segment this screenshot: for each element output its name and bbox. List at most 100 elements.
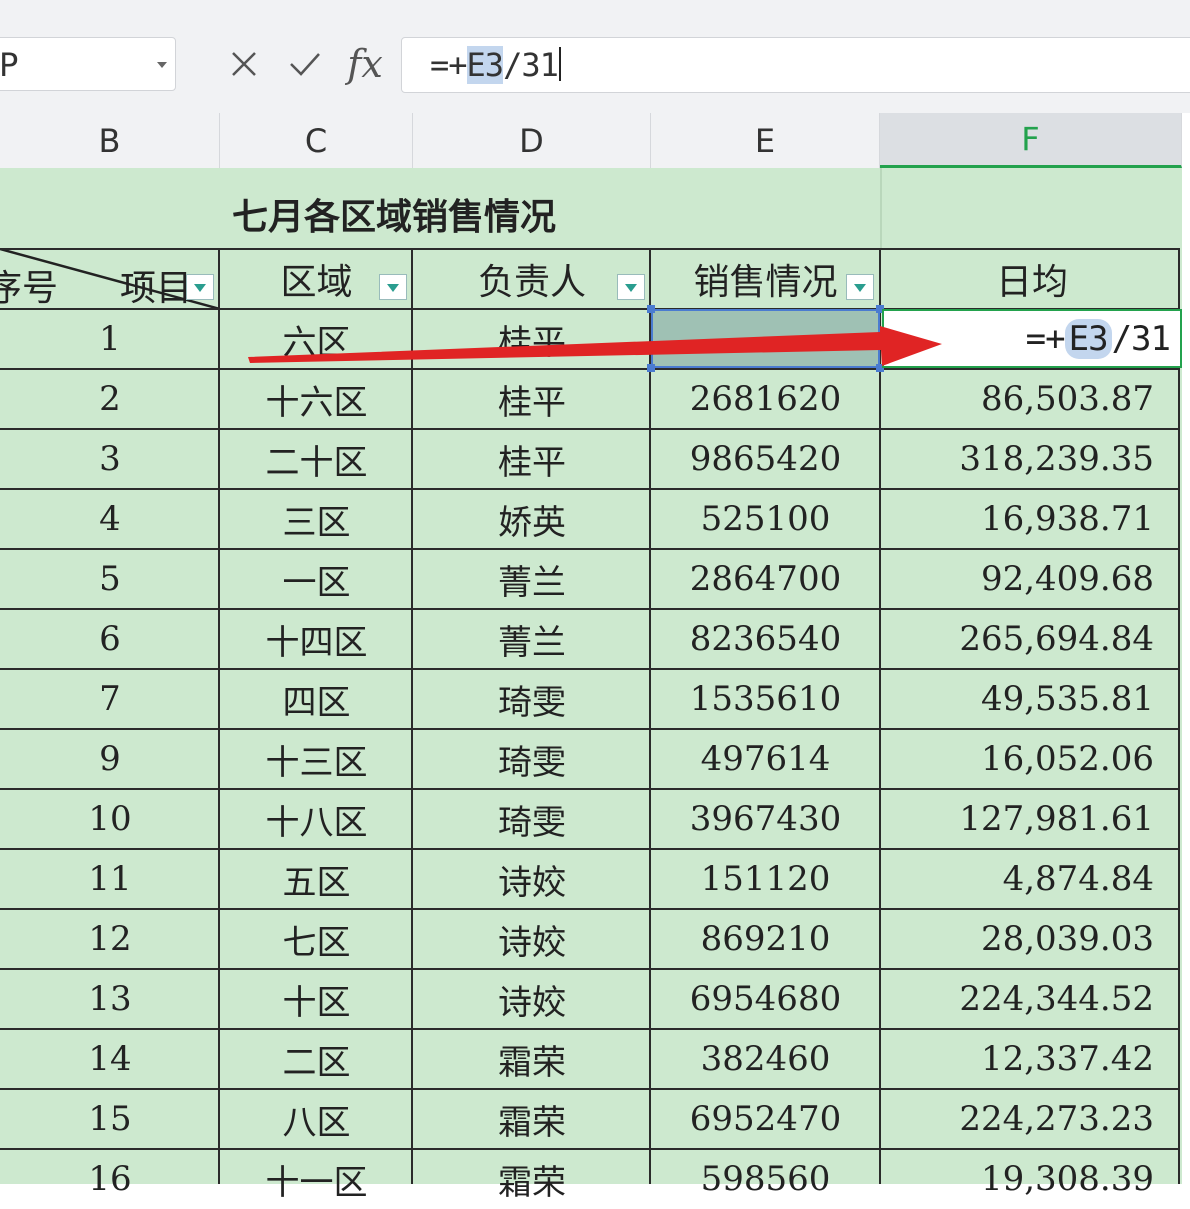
person-cell[interactable]: 霜荣: [413, 1149, 651, 1209]
row-number-cell[interactable]: 3: [0, 429, 220, 489]
row-number-cell[interactable]: 4: [0, 489, 220, 549]
filter-dropdown-icon[interactable]: [846, 274, 874, 300]
filter-dropdown-icon[interactable]: [617, 274, 645, 300]
row-number-cell[interactable]: 16: [0, 1149, 220, 1209]
row-number-cell[interactable]: 14: [0, 1029, 220, 1089]
region-cell[interactable]: 四区: [220, 669, 413, 729]
region-cell[interactable]: 十一区: [220, 1149, 413, 1209]
region-cell[interactable]: 三区: [220, 489, 413, 549]
person-cell[interactable]: 娇英: [413, 489, 651, 549]
region-cell[interactable]: 一区: [220, 549, 413, 609]
daily-cell[interactable]: 16,052.06: [882, 729, 1182, 789]
sales-cell[interactable]: 869210: [651, 909, 880, 969]
sales-cell[interactable]: 2864700: [651, 549, 880, 609]
region-cell[interactable]: 二十区: [220, 429, 413, 489]
region-cell[interactable]: 十六区: [220, 369, 413, 429]
sales-cell[interactable]: 497614: [651, 729, 880, 789]
sales-cell[interactable]: 525100: [651, 489, 880, 549]
person-cell[interactable]: 诗姣: [413, 909, 651, 969]
row-border: [0, 1028, 1180, 1030]
row-number-cell[interactable]: 9: [0, 729, 220, 789]
daily-cell[interactable]: 224,273.23: [882, 1089, 1182, 1149]
region-cell[interactable]: 五区: [220, 849, 413, 909]
row-number-cell[interactable]: 10: [0, 789, 220, 849]
row-number-cell[interactable]: 5: [0, 549, 220, 609]
person-cell[interactable]: 桂平: [413, 309, 651, 369]
column-header-d[interactable]: D: [413, 113, 651, 168]
region-cell[interactable]: 六区: [220, 309, 413, 369]
daily-cell[interactable]: 265,694.84: [882, 609, 1182, 669]
row-border: [0, 788, 1180, 790]
region-cell[interactable]: 八区: [220, 1089, 413, 1149]
person-cell[interactable]: 琦雯: [413, 729, 651, 789]
filter-dropdown-icon[interactable]: [186, 274, 214, 300]
sales-cell[interactable]: 6954680: [651, 969, 880, 1029]
region-cell[interactable]: 二区: [220, 1029, 413, 1089]
person-cell[interactable]: 桂平: [413, 369, 651, 429]
filter-dropdown-icon[interactable]: [379, 274, 407, 300]
sales-cell[interactable]: 151120: [651, 849, 880, 909]
row-number-cell[interactable]: 7: [0, 669, 220, 729]
daily-cell[interactable]: 49,535.81: [882, 669, 1182, 729]
row-number-cell[interactable]: 15: [0, 1089, 220, 1149]
daily-cell[interactable]: 92,409.68: [882, 549, 1182, 609]
sales-cell[interactable]: 1535610: [651, 669, 880, 729]
editing-cell-f3[interactable]: =+ E3 /31: [882, 309, 1182, 368]
person-cell[interactable]: 霜荣: [413, 1029, 651, 1089]
daily-cell[interactable]: 318,239.35: [882, 429, 1182, 489]
selection-handle[interactable]: [647, 305, 655, 313]
row-number-cell[interactable]: 11: [0, 849, 220, 909]
formula-input[interactable]: =+E3/31: [401, 37, 1190, 93]
daily-cell[interactable]: 4,874.84: [882, 849, 1182, 909]
person-cell[interactable]: 桂平: [413, 429, 651, 489]
daily-cell[interactable]: 16,938.71: [882, 489, 1182, 549]
person-cell[interactable]: 诗姣: [413, 969, 651, 1029]
daily-cell[interactable]: 86,503.87: [882, 369, 1182, 429]
confirm-button[interactable]: [283, 42, 327, 86]
row-number-cell[interactable]: 12: [0, 909, 220, 969]
sales-cell[interactable]: 6952470: [651, 1089, 880, 1149]
column-border: [411, 248, 413, 1184]
sales-cell[interactable]: 9865420: [651, 429, 880, 489]
region-cell[interactable]: 十八区: [220, 789, 413, 849]
column-header-f[interactable]: F: [880, 113, 1182, 168]
row-number-cell[interactable]: 6: [0, 609, 220, 669]
formula-toolbar: P fx =+E3/31: [0, 0, 1190, 113]
column-header-b[interactable]: B: [0, 113, 220, 168]
column-header-c[interactable]: C: [220, 113, 413, 168]
daily-cell[interactable]: 28,039.03: [882, 909, 1182, 969]
sales-cell[interactable]: 598560: [651, 1149, 880, 1209]
row-border: [0, 968, 1180, 970]
region-cell[interactable]: 十三区: [220, 729, 413, 789]
region-cell[interactable]: 十四区: [220, 609, 413, 669]
insert-function-button[interactable]: fx: [340, 42, 390, 86]
header-person[interactable]: 负责人: [413, 249, 651, 309]
header-daily[interactable]: 日均: [882, 249, 1182, 309]
daily-cell[interactable]: 19,308.39: [882, 1149, 1182, 1209]
person-cell[interactable]: 琦雯: [413, 789, 651, 849]
person-cell[interactable]: 诗姣: [413, 849, 651, 909]
sales-cell[interactable]: 382460: [651, 1029, 880, 1089]
column-header-e[interactable]: E: [651, 113, 880, 168]
name-box[interactable]: P: [0, 37, 176, 91]
referenced-cell-e3[interactable]: [651, 309, 880, 368]
person-cell[interactable]: 霜荣: [413, 1089, 651, 1149]
table-title-cell[interactable]: 七月各区域销售情况: [0, 168, 880, 248]
person-cell[interactable]: 菁兰: [413, 549, 651, 609]
daily-cell[interactable]: 12,337.42: [882, 1029, 1182, 1089]
row-number-cell[interactable]: 1: [0, 309, 220, 369]
daily-cell[interactable]: 224,344.52: [882, 969, 1182, 1029]
row-number-cell[interactable]: 13: [0, 969, 220, 1029]
person-cell[interactable]: 琦雯: [413, 669, 651, 729]
daily-cell[interactable]: 127,981.61: [882, 789, 1182, 849]
selection-handle[interactable]: [647, 364, 655, 372]
cancel-button[interactable]: [222, 42, 266, 86]
sales-cell[interactable]: 2681620: [651, 369, 880, 429]
name-box-dropdown-icon[interactable]: [157, 62, 167, 68]
sales-cell[interactable]: 3967430: [651, 789, 880, 849]
row-number-cell[interactable]: 2: [0, 369, 220, 429]
region-cell[interactable]: 十区: [220, 969, 413, 1029]
person-cell[interactable]: 菁兰: [413, 609, 651, 669]
sales-cell[interactable]: 8236540: [651, 609, 880, 669]
region-cell[interactable]: 七区: [220, 909, 413, 969]
